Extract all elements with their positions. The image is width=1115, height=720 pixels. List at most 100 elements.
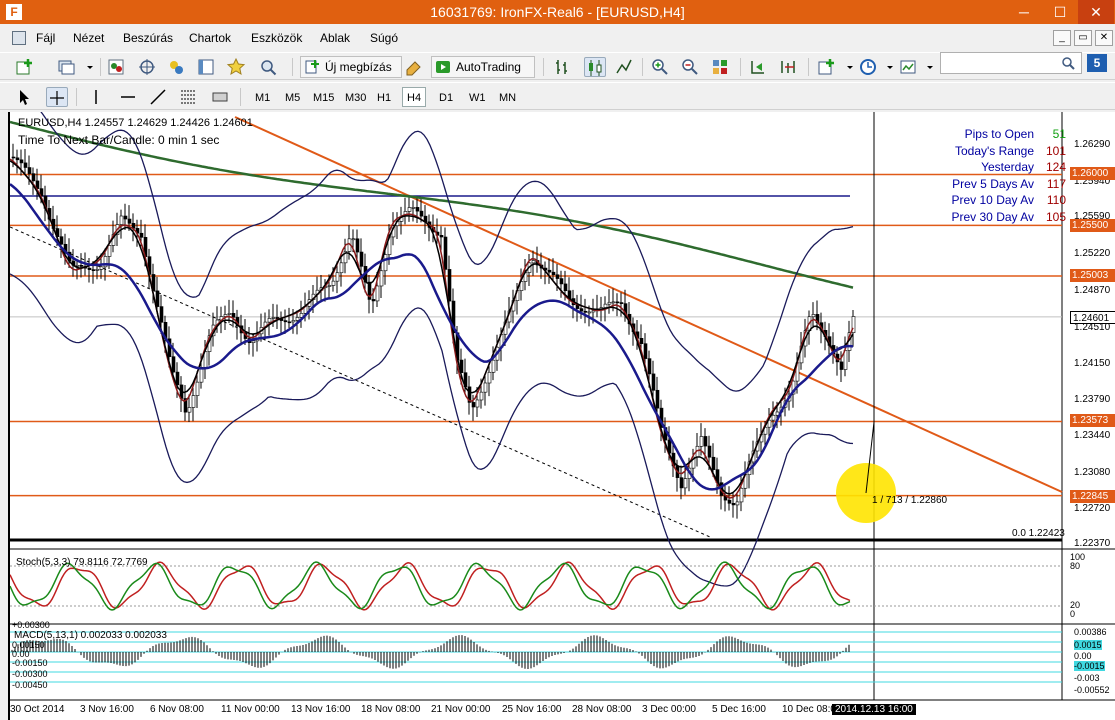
market-watch-icon[interactable] [106, 57, 128, 77]
menu-view[interactable]: Nézet [73, 31, 104, 45]
candle-body [327, 285, 332, 287]
periods-dropdown-icon[interactable] [880, 57, 893, 77]
candle-body [639, 338, 644, 344]
crosshair-tool-icon[interactable] [46, 87, 68, 107]
mdi-minimize-button[interactable]: _ [1053, 30, 1071, 46]
templates-icon[interactable] [898, 57, 920, 77]
profiles-dropdown-icon[interactable] [80, 57, 93, 77]
price-axis-label: 1.25220 [1074, 248, 1111, 259]
indicators-icon[interactable] [816, 57, 838, 77]
candle-body [267, 318, 272, 323]
candle-body [735, 501, 740, 506]
rectangle-tool-icon[interactable] [210, 87, 232, 107]
templates-dropdown-icon[interactable] [920, 57, 933, 77]
help-button[interactable]: 5 [1087, 54, 1107, 72]
pips-info-panel: Pips to Open 51 Today's Range 101 Yesterda… [930, 127, 1070, 226]
candle-body [187, 407, 192, 413]
cursor-arrow-icon[interactable] [14, 87, 36, 107]
profiles-icon[interactable] [56, 57, 78, 77]
info-label: Prev 30 Day Av [951, 209, 1035, 224]
metaeditor-icon[interactable] [404, 57, 426, 77]
time-axis-label: 21 Nov 00:00 [431, 704, 491, 715]
trendline-icon[interactable] [148, 87, 170, 107]
level-tag: 1.26000 [1070, 167, 1115, 180]
candle-body [127, 218, 132, 224]
fibonacci-icon[interactable] [178, 87, 200, 107]
info-label: Today's Range [954, 143, 1034, 158]
menu-window[interactable]: Ablak [320, 31, 350, 45]
crosshair-target-icon[interactable] [137, 57, 159, 77]
minimize-button[interactable]: ─ [1006, 0, 1042, 24]
new-order-button[interactable]: Új megbízás [300, 56, 402, 78]
candlestick-chart-icon[interactable] [584, 57, 606, 77]
candle-body [479, 391, 484, 401]
indicators-dropdown-icon[interactable] [840, 57, 853, 77]
info-value: 101 [1045, 143, 1066, 158]
info-label: Prev 10 Day Av [951, 193, 1035, 207]
menu-insert[interactable]: Beszúrás [123, 31, 173, 45]
navigator-icon[interactable] [166, 57, 188, 77]
candle-body [123, 215, 128, 220]
timeframe-h1[interactable]: H1 [372, 87, 396, 107]
timeframe-d1[interactable]: D1 [434, 87, 458, 107]
new-chart-icon[interactable] [14, 57, 36, 77]
menu-help[interactable]: Súgó [370, 31, 398, 45]
symbol-header: EURUSD,H4 1.24557 1.24629 1.24426 1.2460… [18, 117, 253, 129]
price-axis-label: 1.22370 [1074, 538, 1111, 549]
timeframe-m1[interactable]: M1 [250, 87, 275, 107]
info-value: 105 [1045, 209, 1066, 224]
auto-scroll-icon[interactable] [748, 57, 770, 77]
close-button[interactable]: ✕ [1078, 0, 1114, 24]
candle-body [23, 162, 28, 168]
search-input[interactable] [940, 52, 1082, 74]
chart-window-icon[interactable] [12, 31, 26, 45]
search-icon[interactable] [1061, 56, 1075, 70]
crosshair-readout: 1 / 713 / 1.22860 [872, 495, 948, 506]
candle-body [839, 361, 844, 370]
candle-body [371, 299, 376, 302]
candle-body [335, 272, 340, 282]
zoom-out-icon[interactable] [680, 57, 702, 77]
autotrading-button[interactable]: AutoTrading [431, 56, 535, 78]
data-window-icon[interactable] [258, 57, 280, 77]
time-axis-label: 3 Nov 16:00 [80, 704, 134, 715]
chart-shift-icon[interactable] [778, 57, 800, 77]
chart-window[interactable]: EURUSD,H4 1.24557 1.24629 1.24426 1.2460… [8, 112, 1115, 720]
candle-body [563, 283, 568, 292]
timeframe-w1[interactable]: W1 [464, 87, 491, 107]
timeframe-m30[interactable]: M30 [340, 87, 371, 107]
mdi-restore-button[interactable]: ▭ [1074, 30, 1092, 46]
bar-chart-icon[interactable] [552, 57, 574, 77]
candle-body [379, 270, 384, 287]
periods-clock-icon[interactable] [858, 57, 880, 77]
timeframe-m5[interactable]: M5 [280, 87, 305, 107]
candle-body [351, 238, 356, 241]
strategy-tester-icon[interactable] [226, 57, 248, 77]
menu-tools[interactable]: Eszközök [251, 31, 302, 45]
candle-body [295, 317, 300, 321]
candle-body [375, 285, 380, 302]
time-axis-label: 11 Nov 00:00 [221, 704, 280, 715]
candle-body [475, 399, 480, 408]
timer-text: Time To Next Bar/Candle: 0 min 1 sec [18, 133, 220, 147]
vertical-line-icon[interactable] [86, 87, 108, 107]
menu-charts[interactable]: Chartok [189, 31, 231, 45]
candle-body [119, 215, 124, 225]
candle-body [31, 173, 36, 182]
mdi-close-button[interactable]: ✕ [1095, 30, 1113, 46]
candle-body [559, 278, 564, 285]
timeframe-h4[interactable]: H4 [402, 87, 427, 107]
terminal-icon[interactable] [196, 57, 218, 77]
horizontal-line-icon[interactable] [118, 87, 140, 107]
menu-file[interactable]: Fájl [36, 31, 55, 45]
info-value: 124 [1045, 160, 1066, 174]
tile-windows-icon[interactable] [710, 57, 732, 77]
zoom-in-icon[interactable] [650, 57, 672, 77]
maximize-button[interactable]: ☐ [1042, 0, 1078, 24]
candle-body [11, 156, 16, 159]
timeframe-mn[interactable]: MN [494, 87, 521, 107]
candle-body [771, 414, 776, 421]
line-chart-icon[interactable] [614, 57, 636, 77]
timeframe-m15[interactable]: M15 [308, 87, 339, 107]
candle-body [291, 320, 296, 323]
